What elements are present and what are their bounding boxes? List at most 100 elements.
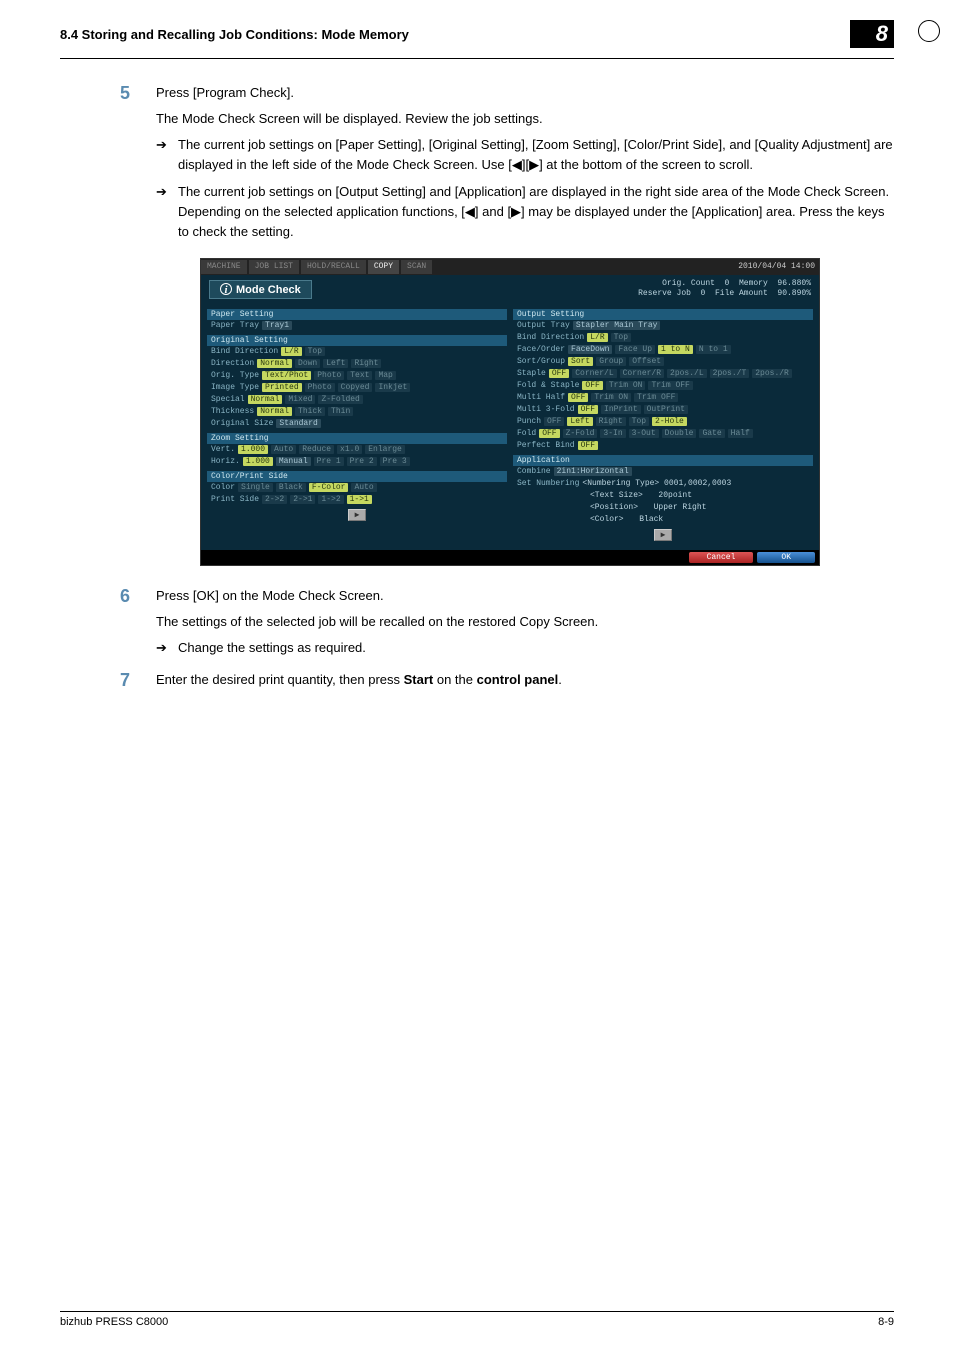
value[interactable]: 2pos./L (667, 369, 707, 378)
step-body: Press [OK] on the Mode Check Screen. The… (156, 586, 894, 664)
value[interactable]: Normal (257, 407, 292, 416)
value[interactable]: Corner/R (620, 369, 664, 378)
value[interactable]: x1.0 (337, 445, 362, 454)
value[interactable]: OFF (549, 369, 569, 378)
value[interactable]: F-Color (309, 483, 349, 492)
cancel-button[interactable]: Cancel (689, 552, 754, 563)
value[interactable]: Standard (276, 419, 320, 428)
value[interactable]: Right (596, 417, 626, 426)
step-number: 7 (120, 670, 156, 696)
value[interactable]: Down (295, 359, 320, 368)
value[interactable]: Stapler Main Tray (573, 321, 661, 330)
value[interactable]: L/R (281, 347, 301, 356)
value[interactable]: Tray1 (262, 321, 292, 330)
step-description: The Mode Check Screen will be displayed.… (156, 109, 894, 129)
value[interactable]: Pre 3 (380, 457, 410, 466)
value[interactable]: Left (567, 417, 592, 426)
value[interactable]: Top (629, 417, 649, 426)
tab-recall[interactable]: HOLD/RECALL (301, 260, 366, 274)
value[interactable]: Photo (314, 371, 344, 380)
value[interactable]: Text/Phot (262, 371, 311, 380)
sub-bullet: ➔ The current job settings on [Output Se… (156, 182, 894, 242)
value[interactable]: 1->1 (347, 495, 372, 504)
value[interactable]: 2pos./T (710, 369, 750, 378)
ok-button[interactable]: OK (757, 552, 815, 563)
value[interactable]: Top (611, 333, 631, 342)
value[interactable]: Map (375, 371, 395, 380)
value[interactable]: OFF (578, 405, 598, 414)
value[interactable]: 2->1 (290, 495, 315, 504)
value[interactable]: 3-Out (629, 429, 659, 438)
value[interactable]: Trim OFF (648, 381, 692, 390)
value[interactable]: Offset (629, 357, 664, 366)
value[interactable]: 3-In (600, 429, 625, 438)
value[interactable]: Auto (271, 445, 296, 454)
value[interactable]: Inkjet (375, 383, 410, 392)
status-row: Orig. Count 0 Memory 96.880% (638, 279, 811, 289)
value[interactable]: Reduce (299, 445, 334, 454)
section-color-print-side: Color/Print Side (207, 471, 507, 482)
value[interactable]: Black (276, 483, 306, 492)
label: Sort/Group (517, 357, 565, 366)
value[interactable]: Half (728, 429, 753, 438)
tab-joblist[interactable]: JOB LIST (249, 260, 299, 274)
value[interactable]: 2->2 (262, 495, 287, 504)
value[interactable]: N to 1 (696, 345, 731, 354)
value[interactable]: OFF (582, 381, 602, 390)
text: Enter the desired print quantity, then p… (156, 672, 404, 687)
value[interactable]: Pre 1 (314, 457, 344, 466)
scroll-right-button[interactable]: ▶ (654, 529, 673, 541)
scroll-right-button[interactable]: ▶ (348, 509, 367, 521)
value[interactable]: InPrint (601, 405, 641, 414)
value[interactable]: Face Up (615, 345, 655, 354)
tab-copy[interactable]: COPY (368, 260, 399, 274)
value[interactable]: 1.000 (243, 457, 273, 466)
value[interactable]: Photo (305, 383, 335, 392)
value[interactable]: Sort (568, 357, 593, 366)
value[interactable]: FaceDown (568, 345, 612, 354)
value[interactable]: 1->2 (318, 495, 343, 504)
tab-scan[interactable]: SCAN (401, 260, 432, 274)
value[interactable]: OFF (539, 429, 559, 438)
value[interactable]: Text (347, 371, 372, 380)
value[interactable]: Thick (295, 407, 325, 416)
value[interactable]: OutPrint (644, 405, 688, 414)
value[interactable]: 1.000 (238, 445, 268, 454)
value[interactable]: Auto (351, 483, 376, 492)
screen-body: Paper Setting Paper TrayTray1 Original S… (201, 304, 819, 550)
value[interactable]: Manual (276, 457, 311, 466)
value[interactable]: Trim ON (591, 393, 631, 402)
value[interactable]: Corner/L (572, 369, 616, 378)
bold-text: control panel (477, 672, 559, 687)
value[interactable]: OFF (578, 441, 598, 450)
value[interactable]: Printed (262, 383, 302, 392)
value[interactable]: Double (662, 429, 697, 438)
value[interactable]: Z-Fold (563, 429, 598, 438)
value[interactable]: Trim OFF (634, 393, 678, 402)
value[interactable]: 1 to N (658, 345, 693, 354)
value[interactable]: Thin (328, 407, 353, 416)
value[interactable]: Top (305, 347, 325, 356)
value[interactable]: 2in1:Horizontal (554, 467, 632, 476)
value[interactable]: L/R (587, 333, 607, 342)
left-nav: ▶ (207, 506, 507, 524)
value[interactable]: Right (351, 359, 381, 368)
value[interactable]: Left (323, 359, 348, 368)
value[interactable]: Normal (248, 395, 283, 404)
value[interactable]: 2pos./R (752, 369, 792, 378)
value[interactable]: Single (238, 483, 273, 492)
value[interactable]: Copyed (338, 383, 373, 392)
value[interactable]: 2-Hole (652, 417, 687, 426)
value[interactable]: Mixed (285, 395, 315, 404)
value[interactable]: OFF (568, 393, 588, 402)
value[interactable]: Pre 2 (347, 457, 377, 466)
value[interactable]: Enlarge (365, 445, 405, 454)
value[interactable]: Z-Folded (318, 395, 362, 404)
value[interactable]: OFF (544, 417, 564, 426)
screen-tab-bar: MACHINE JOB LIST HOLD/RECALL COPY SCAN 2… (201, 259, 819, 275)
value[interactable]: Group (596, 357, 626, 366)
value[interactable]: Normal (257, 359, 292, 368)
value[interactable]: Gate (699, 429, 724, 438)
value[interactable]: Trim ON (606, 381, 646, 390)
tab-machine[interactable]: MACHINE (201, 260, 247, 274)
